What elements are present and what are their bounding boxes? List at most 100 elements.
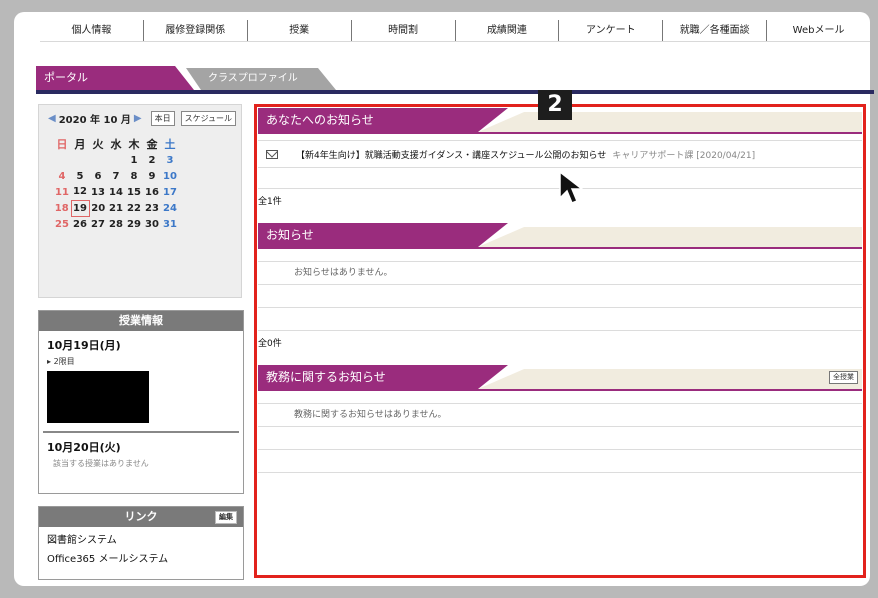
next-month-icon[interactable]: ▶ (134, 113, 142, 124)
section-title: お知らせ (258, 223, 508, 247)
calendar-day[interactable]: 11 (53, 184, 71, 200)
calendar-day[interactable]: 29 (125, 216, 143, 232)
calendar-day[interactable]: 20 (89, 200, 107, 216)
calendar-day[interactable]: 25 (53, 216, 71, 232)
divider (43, 431, 239, 433)
notice-link[interactable]: 【新4年生向け】就職活動支援ガイダンス・講座スケジュール公開のお知らせ (296, 148, 606, 161)
calendar-day[interactable]: 1 (125, 152, 143, 168)
calendar-day[interactable]: 16 (143, 184, 161, 200)
weekday-label: 木 (128, 138, 140, 151)
calendar-day[interactable]: 30 (143, 216, 161, 232)
all-classes-button[interactable]: 全授業 (829, 371, 858, 384)
class-info-title: 授業情報 (39, 311, 243, 331)
calendar-day[interactable]: 31 (161, 216, 179, 232)
section-header-academic: 教務に関するお知らせ 全授業 (258, 365, 862, 391)
calendar-day[interactable]: 24 (161, 200, 179, 216)
calendar-day[interactable] (53, 152, 71, 168)
calendar-day[interactable]: 18 (53, 200, 71, 216)
tab-class-profile[interactable]: クラスプロファイル (186, 68, 336, 90)
calendar-grid: 日 月 火 水 木 金 土 1 2 3 4 5 6 7 8 9 10 11 12… (53, 136, 180, 232)
calendar-day[interactable]: 4 (53, 168, 71, 184)
nav-webmail[interactable]: Webメール (767, 20, 870, 41)
link-library-system[interactable]: 図書館システム (47, 531, 243, 546)
calendar-day[interactable]: 15 (125, 184, 143, 200)
section-title: 教務に関するお知らせ (258, 365, 508, 389)
calendar-day[interactable] (71, 152, 89, 168)
calendar-day[interactable]: 7 (107, 168, 125, 184)
edit-links-button[interactable]: 編集 (215, 511, 237, 524)
section-title: あなたへのお知らせ (258, 108, 508, 132)
nav-timetable[interactable]: 時間割 (352, 20, 456, 41)
calendar-day[interactable] (107, 152, 125, 168)
section-header-bg (478, 227, 862, 247)
schedule-button[interactable]: スケジュール (180, 111, 237, 126)
calendar-day[interactable]: 23 (143, 200, 161, 216)
calendar-day[interactable] (89, 152, 107, 168)
mouse-cursor-icon (559, 170, 585, 204)
nav-survey[interactable]: アンケート (559, 20, 664, 41)
calendar-header: ◀ 2020 年 10 月 ▶ 本日 スケジュール (39, 105, 241, 126)
calendar-day[interactable]: 8 (125, 168, 143, 184)
calendar-day[interactable]: 3 (161, 152, 179, 168)
calendar-day[interactable]: 5 (71, 168, 89, 184)
nav-classes[interactable]: 授業 (248, 20, 352, 41)
calendar-day[interactable]: 9 (143, 168, 161, 184)
calendar-month: 2020 年 10 月 (58, 115, 131, 126)
calendar-day[interactable]: 27 (89, 216, 107, 232)
calendar-day[interactable]: 17 (161, 184, 179, 200)
weekday-label: 土 (164, 138, 176, 151)
calendar-day[interactable]: 2 (143, 152, 161, 168)
links-header: リンク 編集 (39, 507, 243, 527)
tab-strip: ポータル クラスプロファイル (36, 66, 876, 90)
notice-row[interactable]: 【新4年生向け】就職活動支援ガイダンス・講座スケジュール公開のお知らせ キャリア… (258, 141, 862, 167)
tab-portal[interactable]: ポータル (36, 66, 194, 90)
calendar-day[interactable]: 13 (89, 184, 107, 200)
nav-career[interactable]: 就職／各種面談 (663, 20, 768, 41)
calendar-day[interactable]: 10 (161, 168, 179, 184)
empty-message: 教務に関するお知らせはありません。 (294, 410, 447, 420)
weekday-label: 水 (110, 138, 122, 151)
notice-source: キャリアサポート課 [2020/04/21] (612, 150, 756, 161)
section-header-bg (478, 112, 862, 132)
step-badge: 2 (538, 90, 572, 120)
calendar-day-today[interactable]: 19 (70, 199, 90, 217)
calendar-day[interactable]: 28 (107, 216, 125, 232)
row-rule (258, 330, 862, 331)
class-period[interactable]: ▸ 2限目 (47, 356, 243, 367)
empty-message: お知らせはありません。 (294, 268, 393, 278)
calendar-day[interactable]: 26 (71, 216, 89, 232)
no-class-text: 該当する授業はありません (53, 459, 149, 468)
class-info-panel: 授業情報 10月19日(月) ▸ 2限目 10月20日(火) 該当する授業はあり… (38, 310, 244, 494)
class-day-title[interactable]: 10月19日(月) (47, 337, 243, 353)
section-header-notices: お知らせ (258, 223, 862, 249)
weekday-label: 月 (74, 138, 86, 151)
notice-count: 全0件 (258, 339, 282, 349)
calendar-day[interactable]: 12 (71, 184, 89, 200)
calendar-day[interactable]: 14 (107, 184, 125, 200)
calendar-day[interactable]: 22 (125, 200, 143, 216)
class-day-title[interactable]: 10月20日(火) (47, 439, 243, 455)
class-period-label: 2限目 (53, 357, 75, 366)
nav-personal-info[interactable]: 個人情報 (40, 20, 144, 41)
nav-course-registration[interactable]: 履修登録関係 (144, 20, 248, 41)
link-office365-mail[interactable]: Office365 メールシステム (47, 550, 243, 565)
redacted-block (47, 371, 149, 423)
weekday-label: 火 (92, 138, 104, 151)
mail-icon (266, 149, 278, 159)
prev-month-icon[interactable]: ◀ (48, 113, 56, 124)
top-navigation: 個人情報 履修登録関係 授業 時間割 成績関連 アンケート 就職／各種面談 We… (40, 20, 870, 42)
section-header-bg (478, 369, 862, 389)
calendar-day[interactable]: 6 (89, 168, 107, 184)
today-button[interactable]: 本日 (150, 111, 175, 126)
nav-grades[interactable]: 成績関連 (456, 20, 560, 41)
calendar-day[interactable]: 21 (107, 200, 125, 216)
row-rule (258, 472, 862, 473)
links-title: リンク (124, 510, 158, 523)
weekday-label: 日 (56, 138, 68, 151)
